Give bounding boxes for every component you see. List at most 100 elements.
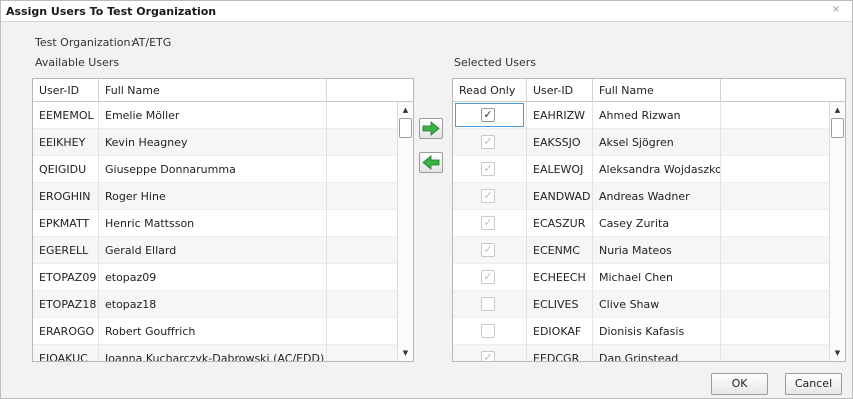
- user-id-cell: EAHRIZW: [527, 102, 593, 129]
- read-only-checkbox[interactable]: [481, 324, 495, 338]
- green-arrow-left-icon: [422, 155, 440, 170]
- user-id-cell: EDIOKAF: [527, 318, 593, 345]
- table-row[interactable]: EDIOKAF Dionisis Kafasis: [453, 318, 830, 345]
- scroll-thumb[interactable]: [399, 118, 412, 138]
- read-only-cell: ✓: [453, 156, 527, 183]
- read-only-cell: [453, 291, 527, 318]
- selected-grid-header: Read Only User-ID Full Name: [453, 79, 845, 102]
- column-header-user-id[interactable]: User-ID: [527, 79, 593, 102]
- table-row[interactable]: ✓ ECASZUR Casey Zurita: [453, 210, 830, 237]
- table-row[interactable]: ✓ EALEWOJ Aleksandra Wojdaszko: [453, 156, 830, 183]
- column-header-user-id[interactable]: User-ID: [33, 79, 99, 102]
- read-only-cell: ✓: [453, 264, 527, 291]
- available-grid-header: User-ID Full Name: [33, 79, 413, 102]
- selected-users-label: Selected Users: [454, 56, 536, 69]
- assign-users-dialog: Assign Users To Test Organization ⨯ Test…: [0, 0, 853, 399]
- full-name-cell: Emelie Möller: [99, 102, 327, 129]
- full-name-cell: Robert Gouffrich: [99, 318, 327, 345]
- selected-users-grid[interactable]: Read Only User-ID Full Name ✓ EAHRIZW Ahme…: [452, 78, 846, 362]
- read-only-checkbox[interactable]: ✓: [481, 351, 495, 361]
- full-name-cell: etopaz09: [99, 264, 327, 291]
- table-row[interactable]: EEMEMOL Emelie Möller: [33, 102, 398, 129]
- user-id-cell: EEDCGR: [527, 345, 593, 361]
- read-only-checkbox[interactable]: ✓: [481, 135, 495, 149]
- full-name-cell: Andreas Wadner: [593, 183, 721, 210]
- selected-grid-scrollbar[interactable]: ▲ ▼: [829, 102, 845, 361]
- table-row[interactable]: EJOAKUC Joanna Kucharczyk-Dabrowski (AC/E…: [33, 345, 398, 361]
- full-name-cell: Dan Grinstead: [593, 345, 721, 361]
- table-row[interactable]: EGERELL Gerald Ellard: [33, 237, 398, 264]
- read-only-checkbox[interactable]: ✓: [481, 243, 495, 257]
- column-header-full-name[interactable]: Full Name: [99, 79, 327, 102]
- user-id-cell: EAKSSJO: [527, 129, 593, 156]
- user-id-cell: ECHEECH: [527, 264, 593, 291]
- available-users-grid[interactable]: User-ID Full Name EEMEMOL Emelie Möller EE…: [32, 78, 414, 362]
- scroll-up-icon[interactable]: ▲: [398, 104, 413, 116]
- full-name-cell: Casey Zurita: [593, 210, 721, 237]
- read-only-checkbox[interactable]: ✓: [481, 108, 495, 122]
- read-only-checkbox[interactable]: [481, 297, 495, 311]
- table-row[interactable]: EPKMATT Henric Mattsson: [33, 210, 398, 237]
- move-right-button[interactable]: [419, 118, 443, 139]
- move-left-button[interactable]: [419, 152, 443, 173]
- read-only-checkbox[interactable]: ✓: [481, 162, 495, 176]
- full-name-cell: Ahmed Rizwan: [593, 102, 721, 129]
- cancel-button[interactable]: Cancel: [785, 373, 842, 395]
- user-id-cell: EALEWOJ: [527, 156, 593, 183]
- full-name-cell: Dionisis Kafasis: [593, 318, 721, 345]
- table-row[interactable]: ✓ EEDCGR Dan Grinstead: [453, 345, 830, 361]
- user-id-cell: EEIKHEY: [33, 129, 99, 156]
- scroll-thumb[interactable]: [831, 118, 844, 138]
- scroll-up-icon[interactable]: ▲: [830, 104, 845, 116]
- column-header-read-only[interactable]: Read Only: [453, 79, 527, 102]
- user-id-cell: EPKMATT: [33, 210, 99, 237]
- title-bar: Assign Users To Test Organization ⨯: [1, 1, 852, 22]
- user-id-cell: ECLIVES: [527, 291, 593, 318]
- full-name-cell: Clive Shaw: [593, 291, 721, 318]
- table-row[interactable]: EROGHIN Roger Hine: [33, 183, 398, 210]
- table-row[interactable]: ✓ EAKSSJO Aksel Sjögren: [453, 129, 830, 156]
- table-row[interactable]: ETOPAZ18 etopaz18: [33, 291, 398, 318]
- read-only-cell: ✓: [453, 345, 527, 361]
- column-header-full-name[interactable]: Full Name: [593, 79, 721, 102]
- full-name-cell: Aksel Sjögren: [593, 129, 721, 156]
- ok-button[interactable]: OK: [711, 373, 768, 395]
- user-id-cell: ECENMC: [527, 237, 593, 264]
- user-id-cell: QEIGIDU: [33, 156, 99, 183]
- table-row[interactable]: ✓ EANDWAD Andreas Wadner: [453, 183, 830, 210]
- green-arrow-right-icon: [422, 121, 440, 136]
- org-value: AT/ETG: [132, 36, 172, 49]
- table-row[interactable]: ✓ ECHEECH Michael Chen: [453, 264, 830, 291]
- scroll-down-icon[interactable]: ▼: [830, 347, 845, 359]
- user-id-cell: ETOPAZ18: [33, 291, 99, 318]
- user-id-cell: EGERELL: [33, 237, 99, 264]
- table-row[interactable]: EEIKHEY Kevin Heagney: [33, 129, 398, 156]
- full-name-cell: Henric Mattsson: [99, 210, 327, 237]
- full-name-cell: Kevin Heagney: [99, 129, 327, 156]
- user-id-cell: ECASZUR: [527, 210, 593, 237]
- table-row[interactable]: ERAROGO Robert Gouffrich: [33, 318, 398, 345]
- table-row[interactable]: ✓ ECENMC Nuria Mateos: [453, 237, 830, 264]
- table-row[interactable]: QEIGIDU Giuseppe Donnarumma: [33, 156, 398, 183]
- user-id-cell: EANDWAD: [527, 183, 593, 210]
- table-row[interactable]: ✓ EAHRIZW Ahmed Rizwan: [453, 102, 830, 129]
- full-name-cell: Joanna Kucharczyk-Dabrowski (AC/EDD): [99, 345, 327, 361]
- full-name-cell: Michael Chen: [593, 264, 721, 291]
- scroll-down-icon[interactable]: ▼: [398, 347, 413, 359]
- full-name-cell: etopaz18: [99, 291, 327, 318]
- available-users-label: Available Users: [35, 56, 120, 69]
- table-row[interactable]: ECLIVES Clive Shaw: [453, 291, 830, 318]
- read-only-cell: [453, 318, 527, 345]
- read-only-checkbox[interactable]: ✓: [481, 189, 495, 203]
- table-row[interactable]: ETOPAZ09 etopaz09: [33, 264, 398, 291]
- read-only-cell: ✓: [453, 102, 527, 129]
- full-name-cell: Giuseppe Donnarumma: [99, 156, 327, 183]
- read-only-checkbox[interactable]: ✓: [481, 270, 495, 284]
- close-icon[interactable]: ⨯: [830, 4, 842, 16]
- read-only-cell: ✓: [453, 129, 527, 156]
- read-only-checkbox[interactable]: ✓: [481, 216, 495, 230]
- available-grid-scrollbar[interactable]: ▲ ▼: [397, 102, 413, 361]
- full-name-cell: Roger Hine: [99, 183, 327, 210]
- read-only-cell: ✓: [453, 183, 527, 210]
- read-only-cell: ✓: [453, 237, 527, 264]
